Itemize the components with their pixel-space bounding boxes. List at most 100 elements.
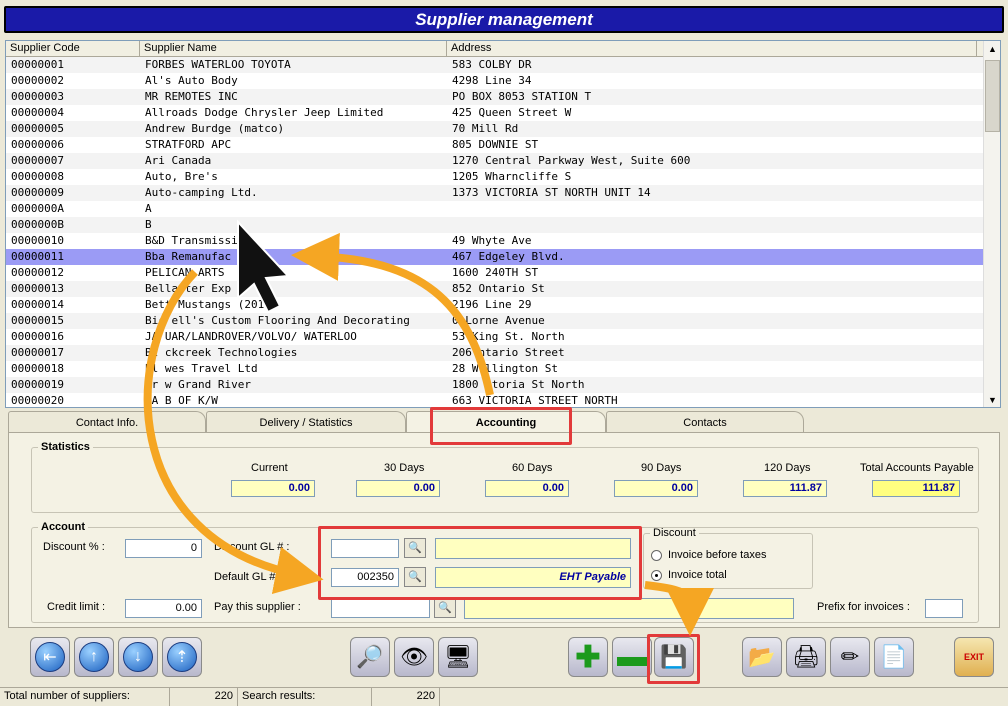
- supplier-grid[interactable]: Supplier Code Supplier Name Address 0000…: [5, 40, 1001, 408]
- cell-address: 206 ntario Street: [452, 346, 565, 359]
- stat-90: 0.00: [614, 480, 698, 497]
- cell-address: 1205 Wharncliffe S: [452, 170, 572, 183]
- cell-code: 00000002: [11, 74, 64, 87]
- report-button[interactable]: 📄: [874, 637, 914, 677]
- cell-code: 00000005: [11, 122, 64, 135]
- table-row[interactable]: 00000005 Andrew Burdge (matco) 70 Mill Rd: [6, 121, 1000, 137]
- radio-invoice-total[interactable]: [651, 570, 662, 581]
- cell-address: 1800 ctoria St North: [452, 378, 585, 391]
- first-record-button[interactable]: ⇤: [30, 637, 70, 677]
- search-icon: 🔍: [438, 602, 452, 614]
- table-row[interactable]: 00000009 Auto-camping Ltd. 1373 VICTORIA S…: [6, 185, 1000, 201]
- next-record-button[interactable]: ↓: [118, 637, 158, 677]
- radio-invoice-before-taxes[interactable]: [651, 550, 662, 561]
- discount-gl-lookup-button[interactable]: 🔍: [404, 538, 426, 558]
- discount-gl-input[interactable]: [331, 539, 399, 558]
- exit-button[interactable]: EXIT: [954, 637, 994, 677]
- radio-label-before-taxes: Invoice before taxes: [668, 549, 767, 561]
- table-row[interactable]: 00000017 Bl ckcreek Technologies 206 ntari…: [6, 345, 1000, 361]
- folder-icon: 📂: [748, 644, 776, 669]
- default-gl-input[interactable]: 002350: [331, 568, 399, 587]
- table-row[interactable]: 0000000B B: [6, 217, 1000, 233]
- table-row[interactable]: 00000001 FORBES WATERLOO TOYOTA 583 COLBY …: [6, 57, 1000, 73]
- arrow-up-icon: ↑: [79, 642, 109, 672]
- add-button[interactable]: ✚: [568, 637, 608, 677]
- table-row[interactable]: 00000012 PELICAN ARTS 1600 240TH ST: [6, 265, 1000, 281]
- status-total-value: 220: [170, 688, 238, 706]
- pencil-icon: ✏: [840, 644, 860, 669]
- column-header-name[interactable]: Supplier Name: [140, 41, 447, 56]
- table-row[interactable]: 00000008 Auto, Bre's 1205 Wharncliffe S: [6, 169, 1000, 185]
- tab-contact-info[interactable]: Contact Info.: [8, 411, 206, 433]
- discount-gl-desc: [435, 538, 631, 559]
- cell-name: Al's Auto Body: [145, 74, 238, 87]
- document-icon: 📄: [880, 644, 908, 669]
- files-button[interactable]: 📂: [742, 637, 782, 677]
- scroll-thumb[interactable]: [985, 60, 1000, 132]
- cell-address: 49 Whyte Ave: [452, 234, 532, 247]
- table-row[interactable]: 00000003 MR REMOTES INC PO BOX 8053 STATIO…: [6, 89, 1000, 105]
- computer-button[interactable]: 🖥: [438, 637, 478, 677]
- cell-name: Allroads Dodge Chrysler Jeep Limited: [145, 106, 384, 119]
- table-row[interactable]: 00000014 Bett Mustangs (2012) 2196 Line 29: [6, 297, 1000, 313]
- cell-address: 425 Queen Street W: [452, 106, 572, 119]
- statistics-group: Statistics: [31, 441, 979, 513]
- previous-record-button[interactable]: ↑: [74, 637, 114, 677]
- cell-name: STRATFORD APC: [145, 138, 232, 151]
- cell-name: Bl wes Travel Ltd: [145, 362, 258, 375]
- cell-name: Andrew Burdge (matco): [145, 122, 285, 135]
- table-row[interactable]: 00000002 Al's Auto Body 4298 Line 34: [6, 73, 1000, 89]
- printer-icon: 🖨: [792, 644, 820, 669]
- stat-current: 0.00: [231, 480, 315, 497]
- print-button[interactable]: 🖨: [786, 637, 826, 677]
- rewind-icon: ⇤: [35, 642, 65, 672]
- tab-delivery-statistics[interactable]: Delivery / Statistics: [206, 411, 406, 433]
- search-button[interactable]: 🔎: [350, 637, 390, 677]
- table-row[interactable]: 00000015 Bic ell's Custom Flooring And De…: [6, 313, 1000, 329]
- column-header-address[interactable]: Address: [447, 41, 977, 56]
- pay-supplier-input[interactable]: [331, 599, 430, 618]
- table-row[interactable]: 00000020 SA B OF K/W 663 VICTORIA STREET N…: [6, 393, 1000, 407]
- scroll-up-icon[interactable]: ▲: [985, 42, 1000, 57]
- tab-contacts[interactable]: Contacts: [606, 411, 804, 433]
- advanced-search-button[interactable]: 👁: [394, 637, 434, 677]
- cell-address: 467 Edgeley Blvd.: [452, 250, 565, 263]
- table-row[interactable]: 00000006 STRATFORD APC 805 DOWNIE ST: [6, 137, 1000, 153]
- stat-120: 111.87: [743, 480, 827, 497]
- cell-name: Bella ter Exp s: [145, 282, 245, 295]
- table-row[interactable]: 00000018 Bl wes Travel Ltd 28 W llington S…: [6, 361, 1000, 377]
- radio-label-invoice-total: Invoice total: [668, 569, 727, 581]
- cell-name: PELICAN ARTS: [145, 266, 225, 279]
- default-gl-lookup-button[interactable]: 🔍: [404, 567, 426, 587]
- table-row[interactable]: 00000011 Bba Remanufac g 467 Edgeley Blvd.: [6, 249, 1000, 265]
- credit-limit-input[interactable]: 0.00: [125, 599, 202, 618]
- last-record-button[interactable]: ⇡: [162, 637, 202, 677]
- table-row[interactable]: 00000004 Allroads Dodge Chrysler Jeep Lim…: [6, 105, 1000, 121]
- column-header-code[interactable]: Supplier Code: [6, 41, 140, 56]
- cell-name: Bl ckcreek Technologies: [145, 346, 298, 359]
- plus-icon: ✚: [575, 640, 601, 674]
- table-row[interactable]: 00000013 Bella ter Exp s 852 Ontario St: [6, 281, 1000, 297]
- search-icon: 🔍: [408, 571, 422, 583]
- scroll-down-icon[interactable]: ▼: [985, 393, 1000, 407]
- grid-scrollbar[interactable]: ▲ ▼: [983, 41, 1000, 407]
- account-legend: Account: [41, 521, 85, 533]
- prefix-input[interactable]: [925, 599, 963, 618]
- discount-input[interactable]: 0: [125, 539, 202, 558]
- table-row[interactable]: 00000019 Br w Grand River 1800 ctoria St N…: [6, 377, 1000, 393]
- save-button[interactable]: 💾: [654, 637, 694, 677]
- table-row[interactable]: 00000007 Ari Canada 1270 Central Parkway W…: [6, 153, 1000, 169]
- cell-code: 00000001: [11, 58, 64, 71]
- table-row[interactable]: 00000016 JA UAR/LANDROVER/VOLVO/ WATERLOO…: [6, 329, 1000, 345]
- minus-icon: ▬: [617, 640, 647, 673]
- pay-supplier-lookup-button[interactable]: 🔍: [434, 598, 456, 618]
- edit-button[interactable]: ✏: [830, 637, 870, 677]
- table-row[interactable]: 0000000A A: [6, 201, 1000, 217]
- prefix-label: Prefix for invoices :: [817, 601, 910, 613]
- table-row[interactable]: 00000010 B&D Transmissio 49 Whyte Ave: [6, 233, 1000, 249]
- stat-60: 0.00: [485, 480, 569, 497]
- cell-name: B&D Transmissio: [145, 234, 245, 247]
- remove-button[interactable]: ▬: [612, 637, 652, 677]
- cell-name: Auto, Bre's: [145, 170, 218, 183]
- discount-gl-label: Discount GL # :: [214, 541, 290, 553]
